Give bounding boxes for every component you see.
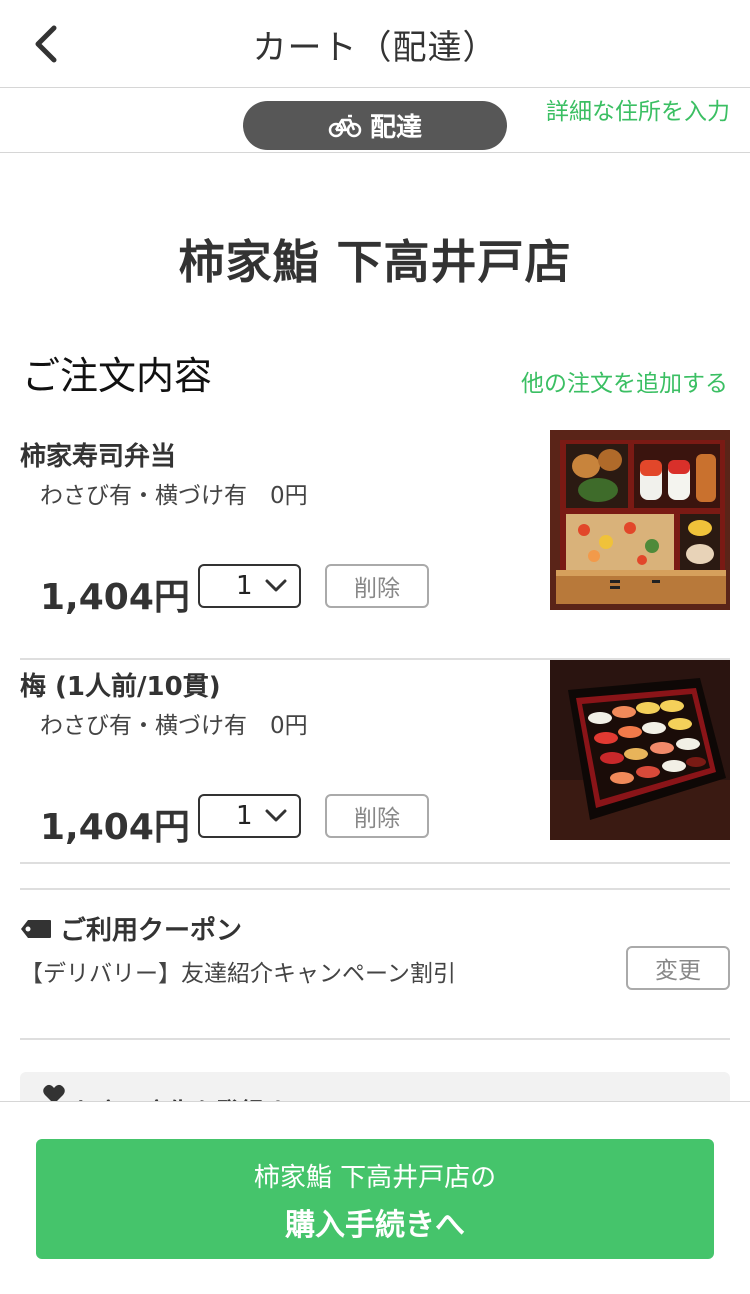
tag-icon: [21, 919, 51, 938]
item-price: 1,404円: [40, 807, 190, 848]
app-header: カート（配達）: [0, 0, 750, 88]
delivery-mode-bar: 配達 詳細な住所を入力: [0, 88, 750, 153]
cart-item: 柿家寿司弁当 わさび有・横づけ有 0円 1,404円 1 削除: [20, 430, 730, 660]
add-order-link[interactable]: 他の注文を追加する: [521, 364, 728, 398]
chevron-down-icon: [265, 579, 287, 592]
item-name: 梅 (1人前/10貫): [20, 672, 221, 702]
checkout-footer: 柿家鮨 下高井戸店の 購入手続きへ: [0, 1101, 750, 1294]
coupon-description: 【デリバリー】友達紹介キャンペーン割引: [20, 961, 456, 987]
delete-button[interactable]: 削除: [325, 564, 429, 608]
coupon-title: ご利用クーポン: [20, 910, 242, 947]
order-section-title: ご注文内容: [22, 354, 213, 398]
quantity-value: 1: [236, 801, 253, 831]
item-options: わさび有・横づけ有 0円: [40, 713, 308, 739]
enter-address-link[interactable]: 詳細な住所を入力: [546, 92, 730, 126]
checkout-shop-label: 柿家鮨 下高井戸店の: [253, 1163, 497, 1193]
coupon-title-label: ご利用クーポン: [60, 916, 243, 946]
page-title: カート（配達）: [252, 28, 498, 68]
quantity-select[interactable]: 1: [198, 794, 301, 838]
change-coupon-button[interactable]: 変更: [626, 946, 730, 990]
item-options: わさび有・横づけ有 0円: [40, 483, 308, 509]
delivery-mode-label: 配達: [369, 113, 422, 143]
delivery-mode-pill[interactable]: 配達: [243, 101, 507, 150]
item-name: 柿家寿司弁当: [20, 442, 177, 472]
item-image-sushi-platter: [550, 660, 730, 840]
chevron-down-icon: [265, 809, 287, 822]
shop-name: 柿家鮨 下高井戸店: [178, 235, 572, 289]
item-price: 1,404円: [40, 577, 190, 618]
quantity-select[interactable]: 1: [198, 564, 301, 608]
checkout-button[interactable]: 柿家鮨 下高井戸店の 購入手続きへ: [36, 1139, 714, 1259]
checkout-action-label: 購入手続きへ: [285, 1208, 465, 1243]
cart-item: 梅 (1人前/10貫) わさび有・横づけ有 0円 1,404円 1 削除: [20, 660, 730, 890]
item-image-bento: [550, 430, 730, 610]
quantity-value: 1: [236, 571, 253, 601]
delete-button[interactable]: 削除: [325, 794, 429, 838]
bicycle-icon: [328, 114, 362, 137]
coupon-section: ご利用クーポン 【デリバリー】友達紹介キャンペーン割引 変更: [20, 862, 730, 1040]
